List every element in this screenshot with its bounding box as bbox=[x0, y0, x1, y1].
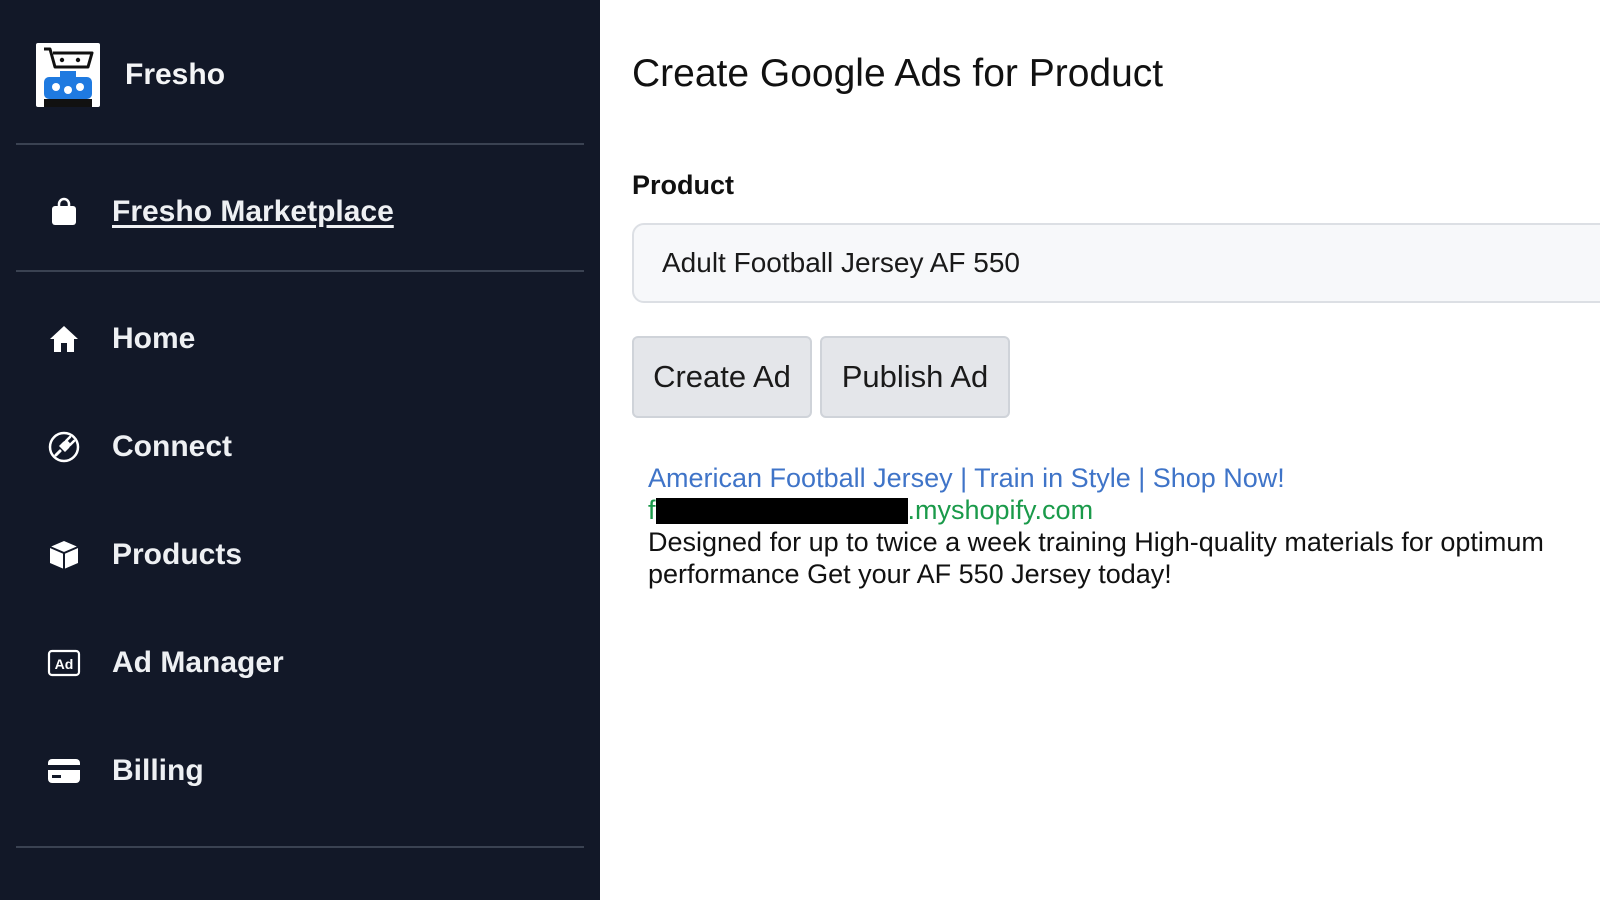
ad-preview: American Football Jersey | Train in Styl… bbox=[648, 462, 1600, 590]
sidebar-item-ad-manager[interactable]: Ad Ad Manager bbox=[46, 639, 284, 687]
page-title: Create Google Ads for Product bbox=[632, 52, 1164, 95]
svg-text:Ad: Ad bbox=[55, 656, 74, 672]
sidebar-item-label: Billing bbox=[112, 754, 204, 787]
sidebar-item-label: Home bbox=[112, 322, 196, 355]
ad-display-url: f .myshopify.com bbox=[648, 494, 1600, 526]
box-icon bbox=[46, 537, 82, 573]
sidebar-item-connect[interactable]: Connect bbox=[46, 423, 232, 471]
sidebar-divider bbox=[16, 143, 584, 145]
ad-url-prefix: f bbox=[648, 495, 656, 525]
sidebar-item-label: Ad Manager bbox=[112, 646, 284, 679]
ad-icon: Ad bbox=[46, 645, 82, 681]
product-input[interactable] bbox=[632, 223, 1600, 303]
product-label: Product bbox=[632, 170, 735, 200]
brand-name: Fresho bbox=[125, 58, 226, 91]
sidebar-item-billing[interactable]: Billing bbox=[46, 747, 204, 795]
create-ad-button[interactable]: Create Ad bbox=[632, 336, 812, 418]
sidebar: Fresho Fresho Marketplace Home Connect P… bbox=[0, 0, 600, 900]
sidebar-divider bbox=[16, 270, 584, 272]
sidebar-item-products[interactable]: Products bbox=[46, 531, 242, 579]
ad-headline[interactable]: American Football Jersey | Train in Styl… bbox=[648, 462, 1600, 494]
sidebar-item-home[interactable]: Home bbox=[46, 315, 195, 363]
publish-ad-button[interactable]: Publish Ad bbox=[820, 336, 1010, 418]
main-content: Create Google Ads for Product Product Cr… bbox=[600, 0, 1600, 900]
sidebar-divider bbox=[16, 846, 584, 848]
ad-url-suffix: .myshopify.com bbox=[907, 495, 1094, 525]
sidebar-item-label: Connect bbox=[112, 430, 232, 463]
credit-card-icon bbox=[46, 753, 82, 789]
sidebar-item-label: Products bbox=[112, 538, 243, 571]
ad-description: Designed for up to twice a week training… bbox=[648, 527, 1544, 589]
shopping-bag-icon bbox=[46, 194, 82, 230]
fresho-logo bbox=[36, 43, 100, 107]
sidebar-item-marketplace[interactable]: Fresho Marketplace bbox=[46, 188, 394, 236]
home-icon bbox=[46, 321, 82, 357]
redaction-bar bbox=[655, 498, 908, 524]
sidebar-item-label: Fresho Marketplace bbox=[112, 195, 394, 228]
plug-icon bbox=[46, 429, 82, 465]
app-window: Fresho Fresho Marketplace Home Connect P… bbox=[0, 0, 1600, 900]
brand[interactable]: Fresho bbox=[36, 43, 225, 107]
